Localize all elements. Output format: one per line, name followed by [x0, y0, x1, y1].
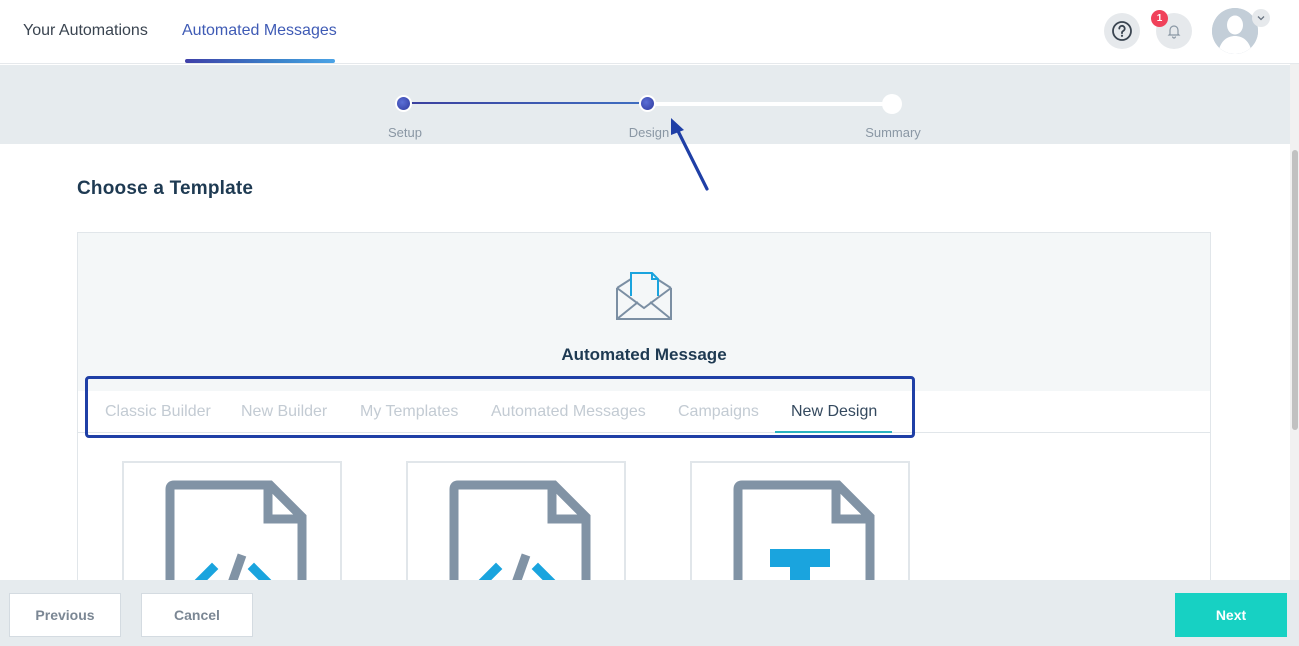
step-dot-design — [639, 95, 656, 112]
bell-icon — [1167, 25, 1181, 39]
active-tab-indicator — [185, 59, 335, 63]
panel-title: Automated Message — [561, 345, 727, 364]
scrollbar-thumb[interactable] — [1292, 150, 1298, 430]
chevron-down-icon — [1257, 16, 1265, 21]
stepper-progress-line — [404, 102, 648, 104]
tab-automated-messages[interactable]: Automated Messages — [182, 0, 337, 64]
notification-badge: 1 — [1151, 10, 1168, 27]
avatar[interactable] — [1212, 8, 1258, 54]
step-label-setup: Setup — [388, 125, 422, 140]
help-button[interactable] — [1104, 13, 1140, 49]
page-title: Choose a Template — [77, 178, 254, 199]
next-button[interactable]: Next — [1175, 593, 1287, 637]
account-menu-toggle[interactable] — [1252, 9, 1270, 27]
step-dot-summary — [882, 94, 902, 114]
user-avatar-icon — [1212, 8, 1258, 54]
annotation-arrow — [671, 118, 709, 191]
previous-button[interactable]: Previous — [9, 593, 121, 637]
envelope-open-icon — [616, 272, 672, 320]
cancel-button[interactable]: Cancel — [141, 593, 253, 637]
stepper-remaining-line — [648, 102, 892, 106]
step-dot-setup — [395, 95, 412, 112]
question-circle-icon — [1112, 21, 1132, 41]
step-label-summary: Summary — [865, 125, 921, 140]
tab-your-automations[interactable]: Your Automations — [23, 0, 148, 64]
annotation-highlight-box — [85, 376, 915, 438]
